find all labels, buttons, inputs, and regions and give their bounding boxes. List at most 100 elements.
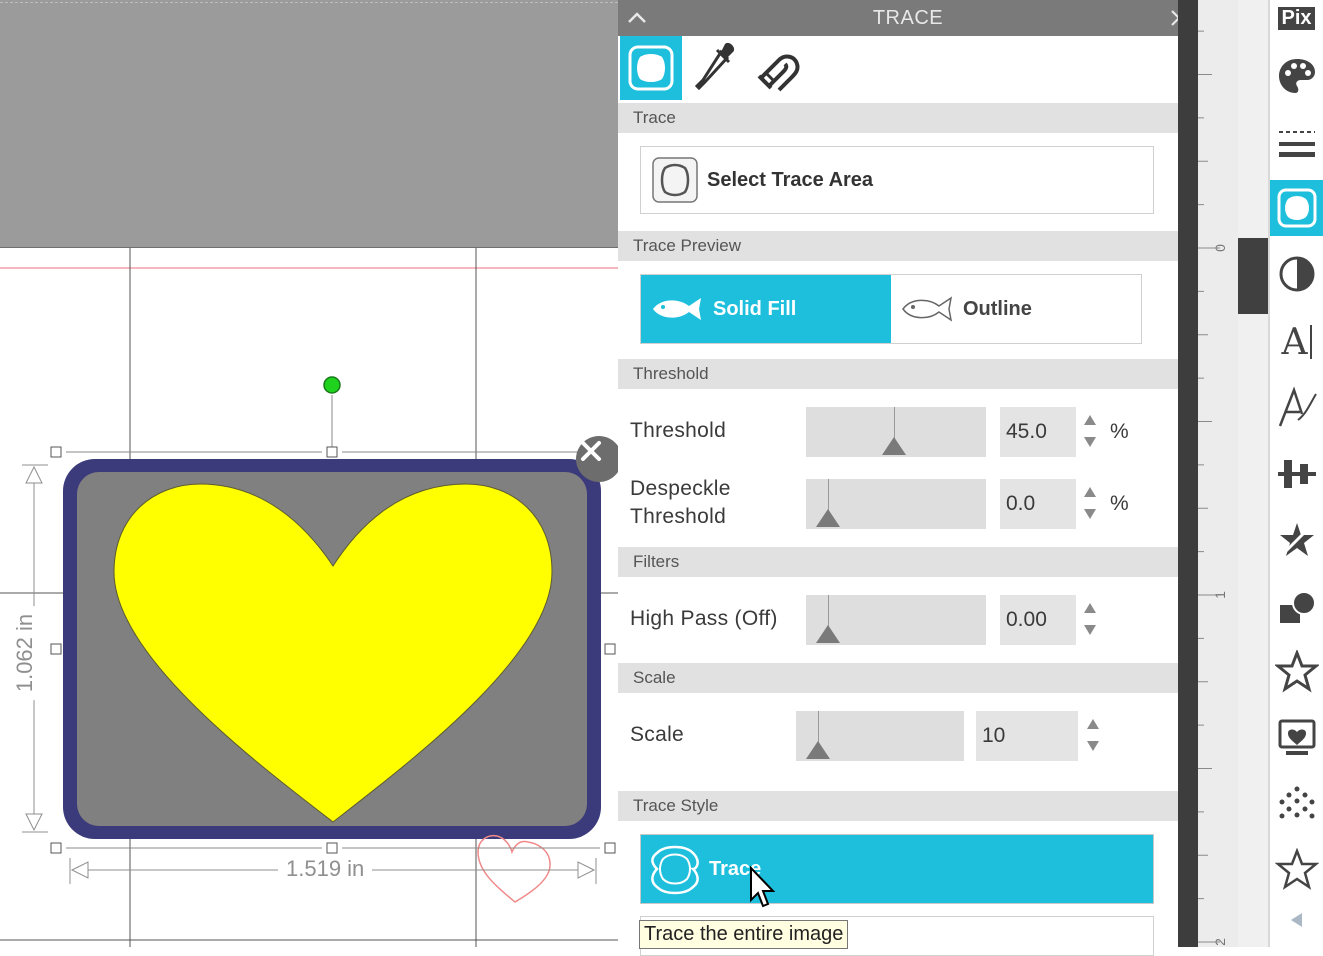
toolbar-offset[interactable] xyxy=(1270,512,1323,568)
ruler-ticks xyxy=(1198,30,1220,943)
despeckle-input[interactable] xyxy=(1000,479,1076,529)
trace-outline-icon xyxy=(651,845,699,895)
section-header-filters: Filters xyxy=(618,547,1178,577)
canvas-vertical-scrollbar[interactable] xyxy=(1238,0,1268,947)
text-style-icon xyxy=(1278,386,1317,427)
mouse-cursor-icon xyxy=(750,866,776,908)
solid-fill-option[interactable]: Solid Fill xyxy=(641,275,891,343)
trace-area-icon xyxy=(652,157,698,203)
despeckle-label-line2: Threshold xyxy=(630,505,727,528)
offset-star-icon xyxy=(1278,521,1315,559)
delete-object-button[interactable] xyxy=(576,436,618,482)
align-icon xyxy=(1277,460,1316,488)
threshold-slider[interactable] xyxy=(806,407,986,457)
high-pass-spinner[interactable] xyxy=(1081,595,1101,645)
select-trace-area-label: Select Trace Area xyxy=(707,168,874,191)
width-dimension-label: 1.519 in xyxy=(278,856,373,882)
outline-label: Outline xyxy=(963,297,1032,320)
ruler-label: 0 xyxy=(1211,244,1228,252)
section-header-trace: Trace xyxy=(618,103,1178,133)
despeckle-unit: % xyxy=(1110,492,1129,515)
select-trace-area-button[interactable]: Select Trace Area xyxy=(640,146,1154,214)
text-tool-label: A xyxy=(1281,321,1308,363)
threshold-label: Threshold xyxy=(630,419,727,442)
red-heart-outline xyxy=(477,834,551,903)
slider-thumb[interactable] xyxy=(881,437,906,455)
canvas-scroll-thumb[interactable] xyxy=(1238,238,1268,314)
trace-area-icon xyxy=(1277,188,1316,228)
trace-area-icon xyxy=(628,45,674,91)
section-header-trace-style: Trace Style xyxy=(618,791,1178,821)
section-header-trace-preview: Trace Preview xyxy=(618,231,1178,261)
trace-preview-toggle: Solid Fill Outline xyxy=(640,274,1142,344)
high-pass-input[interactable] xyxy=(1000,595,1076,645)
contrast-icon xyxy=(1279,256,1314,292)
close-icon xyxy=(581,441,601,461)
ruler-label: 2 xyxy=(1211,938,1228,946)
toolbar-modify[interactable] xyxy=(1270,580,1323,636)
toolbar-replicate[interactable] xyxy=(1270,644,1323,700)
tab-eyedropper[interactable] xyxy=(684,36,746,100)
high-pass-slider[interactable] xyxy=(806,595,986,645)
threshold-unit: % xyxy=(1110,420,1129,443)
toolbar-image-effects[interactable] xyxy=(1270,246,1323,302)
trace-tooltip: Trace the entire image xyxy=(639,920,849,949)
toolbar-rhinestone[interactable] xyxy=(1270,776,1323,832)
slider-thumb[interactable] xyxy=(806,741,830,759)
trace-panel-tabs xyxy=(618,36,1178,100)
scale-slider[interactable] xyxy=(796,711,964,761)
ruler-label: 1 xyxy=(1211,591,1228,599)
fish-outline-icon xyxy=(902,296,953,322)
canvas-drawing xyxy=(0,248,618,947)
section-header-scale: Scale xyxy=(618,663,1178,693)
panel-title: TRACE xyxy=(872,7,944,29)
rhinestone-icon xyxy=(1279,786,1314,819)
design-canvas[interactable]: 1.519 in 1.062 in xyxy=(0,0,618,947)
star-outline-icon xyxy=(1274,848,1319,890)
tab-trace[interactable] xyxy=(620,36,682,100)
eyedropper-icon xyxy=(694,42,735,91)
threshold-spinner[interactable] xyxy=(1081,407,1101,457)
pixscan-label: Pix xyxy=(1278,6,1315,30)
vertical-ruler: 0 1 2 xyxy=(1198,0,1238,947)
toolbar-text-style[interactable] xyxy=(1270,380,1323,436)
panel-edge-strip xyxy=(1178,0,1198,947)
toolbar-pixscan[interactable]: Pix xyxy=(1270,0,1323,36)
scale-input[interactable] xyxy=(976,711,1078,761)
toolbar-text[interactable]: A xyxy=(1270,314,1323,370)
slider-thumb[interactable] xyxy=(816,625,840,643)
palette-icon xyxy=(1278,59,1315,93)
despeckle-label-line1: Despeckle xyxy=(630,477,731,500)
solid-fill-label: Solid Fill xyxy=(713,297,797,320)
line-style-icon xyxy=(1278,131,1315,157)
chevron-left-icon xyxy=(1290,913,1302,927)
despeckle-slider[interactable] xyxy=(806,479,986,529)
rotate-handle[interactable] xyxy=(323,376,341,394)
toolbar-fill[interactable] xyxy=(1270,48,1323,104)
tab-magnet[interactable] xyxy=(748,36,810,100)
slider-thumb[interactable] xyxy=(816,509,840,527)
threshold-input[interactable] xyxy=(1000,407,1076,457)
fish-solid-icon xyxy=(653,298,701,320)
toolbar-trace[interactable] xyxy=(1270,180,1323,236)
height-dimension-label: 1.062 in xyxy=(12,605,39,701)
scale-spinner[interactable] xyxy=(1084,711,1104,761)
modify-shapes-icon xyxy=(1279,591,1316,623)
magnet-icon xyxy=(757,54,800,92)
toolbar-expand[interactable] xyxy=(1270,892,1323,948)
despeckle-spinner[interactable] xyxy=(1081,479,1101,529)
toolbar-transform[interactable] xyxy=(1270,710,1323,766)
toolbar-library[interactable] xyxy=(1270,842,1323,898)
right-toolbar: Pix A xyxy=(1270,0,1323,947)
toolbar-align[interactable] xyxy=(1270,446,1323,502)
high-pass-label: High Pass (Off) xyxy=(630,607,778,630)
trace-button[interactable]: Trace xyxy=(640,834,1154,904)
transform-icon xyxy=(1278,719,1315,755)
trace-panel: TRACE Trace Select Trace Area Trace Prev… xyxy=(618,0,1198,956)
star-outline-icon xyxy=(1274,650,1319,693)
section-header-threshold: Threshold xyxy=(618,359,1178,389)
toolbar-line-style[interactable] xyxy=(1270,116,1323,172)
scale-label: Scale xyxy=(630,723,685,746)
panel-titlebar: TRACE xyxy=(618,0,1198,36)
outline-option[interactable]: Outline xyxy=(891,275,1141,343)
